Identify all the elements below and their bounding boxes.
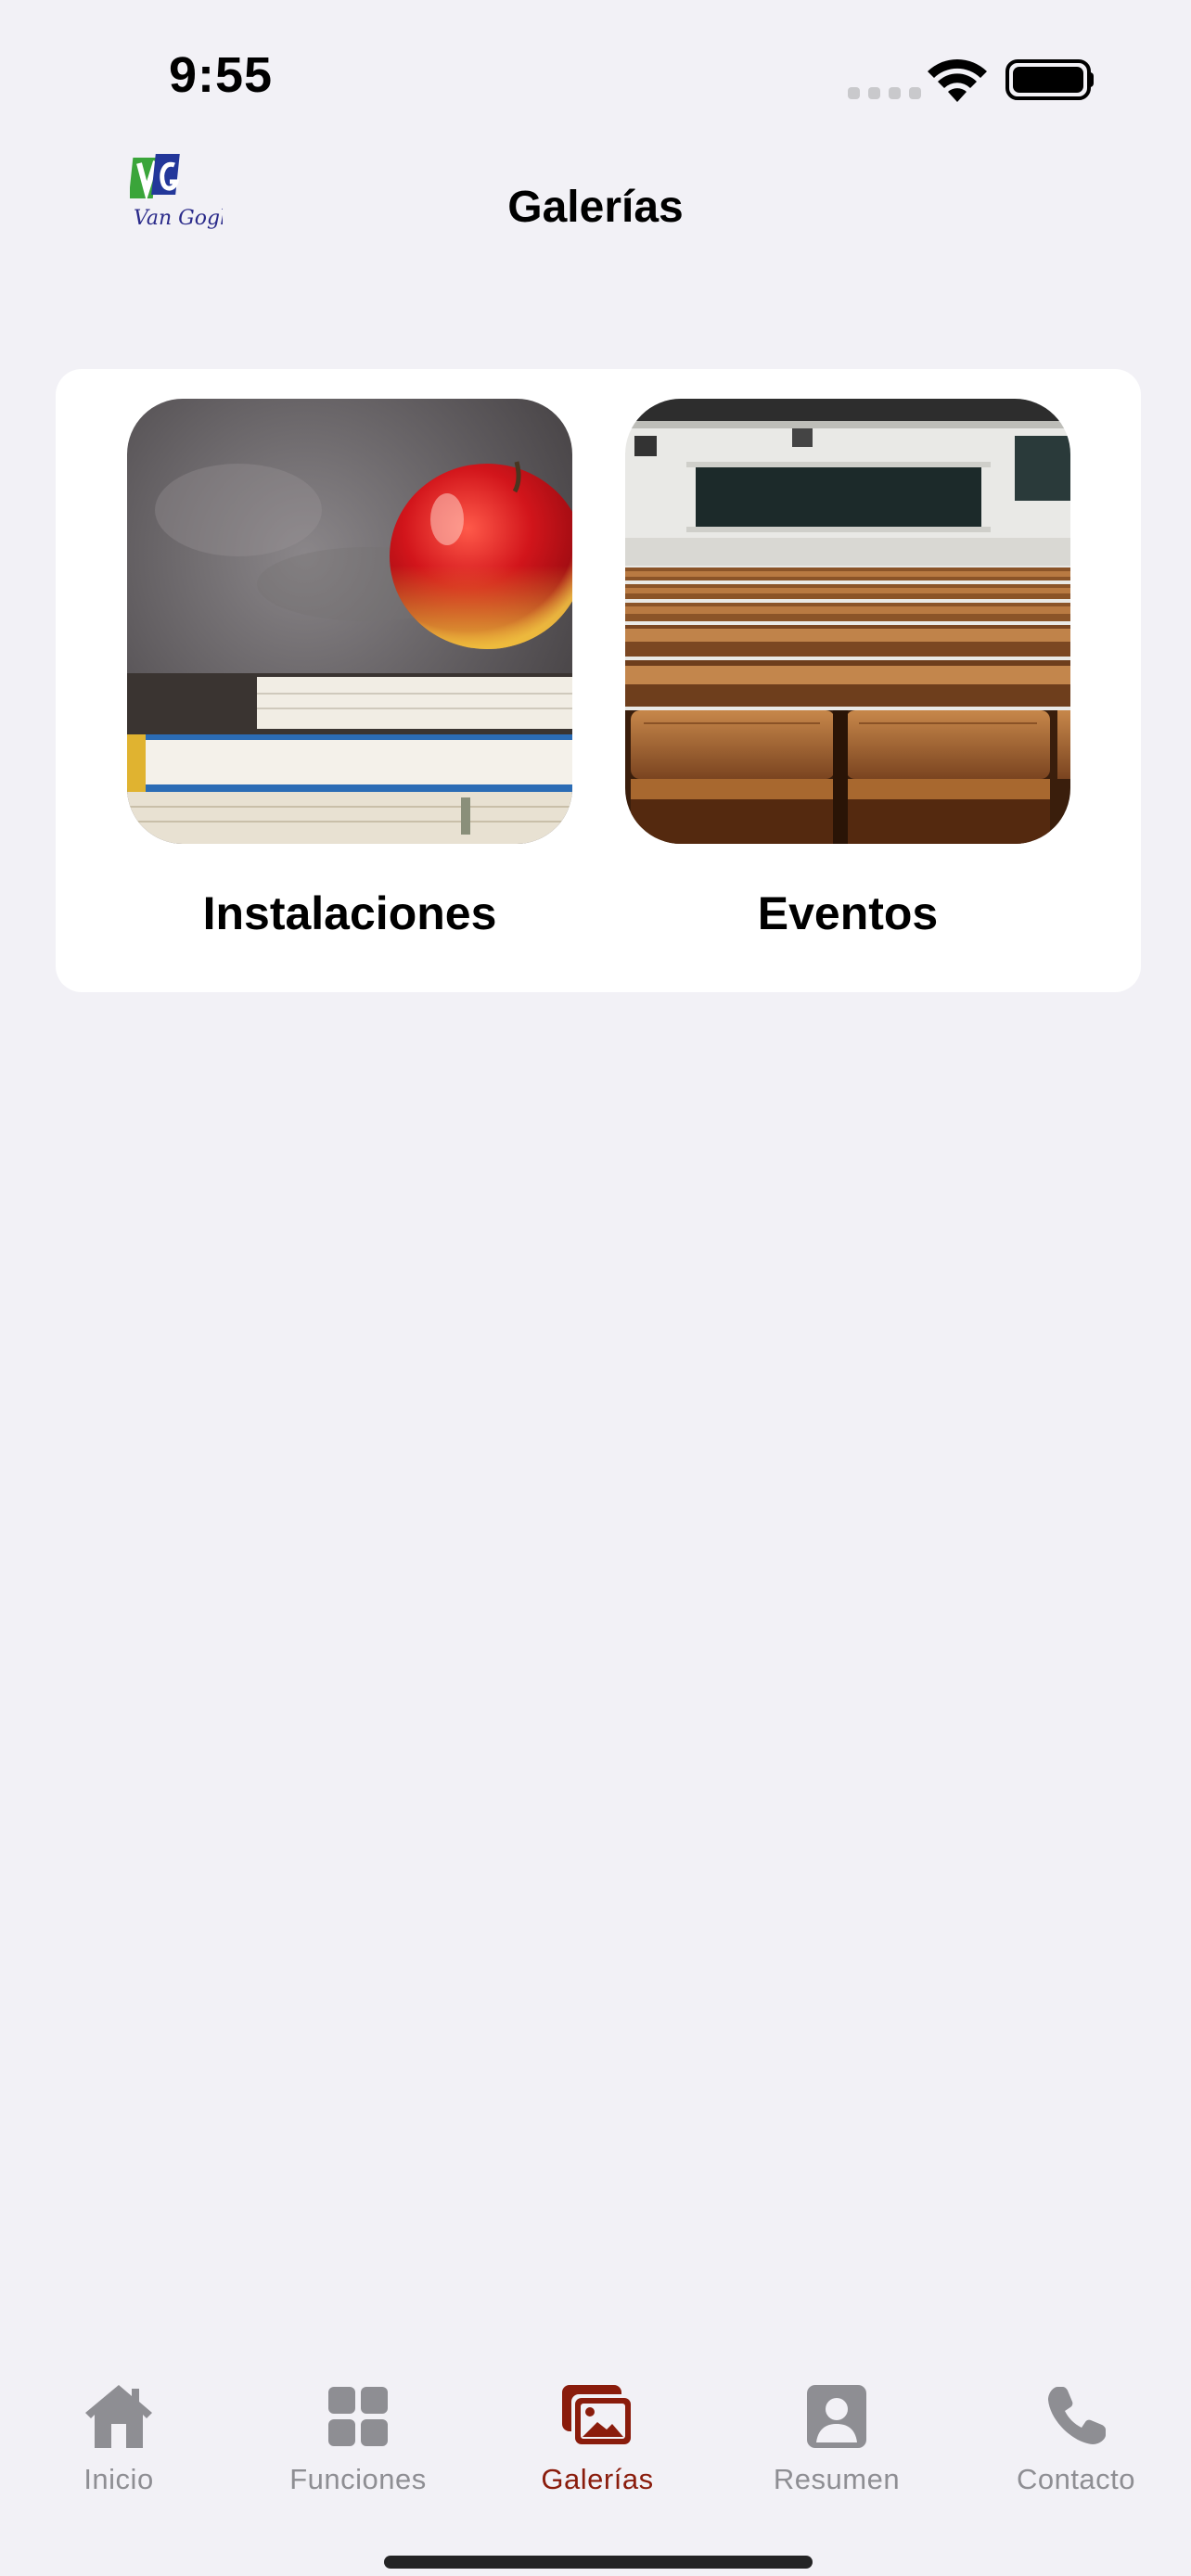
cellular-signal-icon xyxy=(848,87,921,99)
tab-label: Funciones xyxy=(289,2463,427,2495)
gallery-item-instalaciones[interactable]: Instalaciones xyxy=(127,399,572,940)
tab-galerias[interactable]: Galerías xyxy=(495,2379,699,2496)
house-icon xyxy=(85,2385,152,2448)
grid-icon xyxy=(328,2387,388,2446)
page-title: Galerías xyxy=(507,183,684,232)
tab-label: Contacto xyxy=(1016,2463,1136,2495)
tab-funciones[interactable]: Funciones xyxy=(256,2379,460,2496)
status-bar: 9:55 xyxy=(0,0,1191,158)
tab-resumen[interactable]: Resumen xyxy=(735,2379,939,2496)
tab-inicio[interactable]: Inicio xyxy=(17,2379,221,2496)
person-card-icon xyxy=(807,2385,866,2448)
gallery-card: Instalaciones Eventos xyxy=(56,369,1141,992)
tab-label: Resumen xyxy=(773,2463,901,2495)
navigation-bar: Van Gogh Galerías xyxy=(0,139,1191,278)
wifi-icon xyxy=(928,59,987,102)
gallery-item-label: Instalaciones xyxy=(202,887,497,939)
tab-contacto[interactable]: Contacto xyxy=(974,2379,1178,2496)
gallery-item-eventos[interactable]: Eventos xyxy=(625,399,1070,940)
status-time: 9:55 xyxy=(169,47,274,103)
tab-label: Galerías xyxy=(541,2463,654,2495)
tab-label: Inicio xyxy=(83,2463,154,2495)
phone-icon xyxy=(1048,2387,1106,2444)
tab-bar: Inicio Funciones Galerías Resumen Contac… xyxy=(0,2353,1191,2576)
apple-on-books-photo xyxy=(127,399,572,844)
lecture-hall-seats-photo xyxy=(625,399,1070,844)
home-indicator[interactable] xyxy=(384,2556,813,2569)
battery-cap xyxy=(1087,72,1094,87)
battery-icon xyxy=(1005,59,1091,100)
photo-gallery-icon xyxy=(562,2385,633,2448)
gallery-item-label: Eventos xyxy=(757,887,939,939)
